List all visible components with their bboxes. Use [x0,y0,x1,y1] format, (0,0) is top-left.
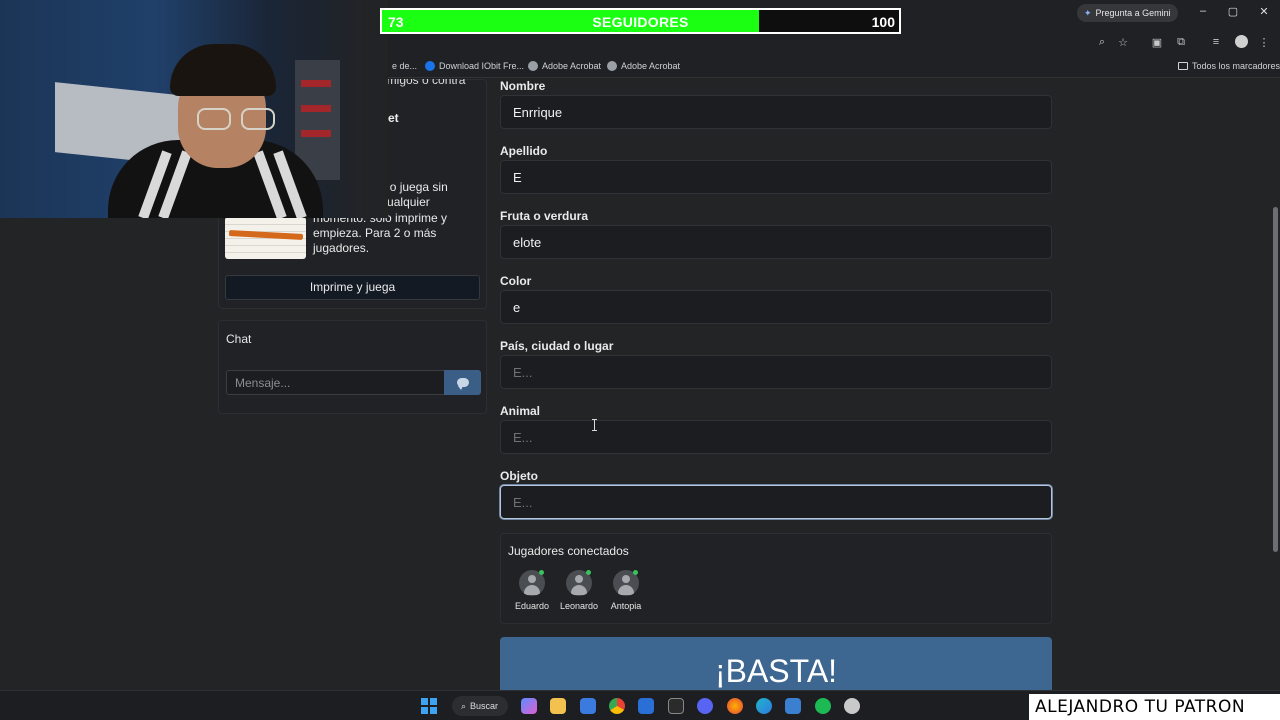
minimize-button[interactable]: – [1194,5,1212,17]
player-item[interactable]: Leonardo [554,570,604,611]
field-label-animal: Animal [500,404,541,418]
animal-input[interactable] [500,420,1052,454]
player-name: Antopia [610,601,642,611]
translate-icon[interactable]: ▣ [1150,36,1164,49]
bookmark-item[interactable]: Adobe Acrobat [528,61,601,71]
basta-button[interactable]: ¡BASTA! [500,637,1052,690]
send-message-button[interactable] [444,370,481,395]
calendar-icon[interactable] [785,698,801,714]
player-name: Eduardo [514,601,550,611]
players-card: Jugadores conectados Eduardo Leonardo An… [500,533,1052,624]
field-label-lugar: País, ciudad o lugar [500,339,614,353]
edge-icon[interactable] [756,698,772,714]
player-name: Leonardo [559,601,599,611]
discord-icon[interactable] [697,698,713,714]
promo-partial-heading: et [388,111,399,125]
apellido-input[interactable] [500,160,1052,194]
zoom-icon[interactable]: ⌕ [1095,36,1109,49]
game-sheet-image [225,217,306,259]
online-indicator [586,570,591,575]
menu-icon[interactable]: ⋮ [1257,36,1271,49]
follower-goal-bar: 73 SEGUIDORES 100 [380,8,901,34]
player-item[interactable]: Eduardo [507,570,557,611]
spotify-icon[interactable] [815,698,831,714]
chat-bubble-icon [456,378,469,390]
text-cursor [592,419,598,431]
store-icon[interactable] [580,698,596,714]
chat-message-input[interactable] [226,370,445,395]
extensions-icon[interactable]: ⧉ [1174,36,1188,49]
online-indicator [539,570,544,575]
field-label-nombre: Nombre [500,79,546,93]
iobit-icon [425,61,435,71]
chrome-icon[interactable] [609,698,625,714]
windows-start-icon[interactable] [421,698,437,714]
globe-icon [607,61,617,71]
restore-button[interactable]: ▢ [1224,5,1242,18]
field-label-objeto: Objeto [500,469,538,483]
close-window-button[interactable]: ✕ [1255,5,1273,18]
field-label-fruta: Fruta o verdura [500,209,589,223]
media-icon[interactable]: ≡ [1209,36,1223,48]
streamer-watermark: ALEJANDRO TU PATRON [1029,694,1280,720]
scroll-thumb[interactable] [1273,207,1278,552]
lugar-input[interactable] [500,355,1052,389]
webcam-overlay [0,0,388,218]
folder-icon [1178,62,1188,70]
search-icon: ⌕ [461,700,467,711]
field-label-color: Color [500,274,532,288]
nombre-input[interactable] [500,95,1052,129]
page-scrollbar[interactable] [1271,79,1280,690]
bookmark-star-icon[interactable]: ☆ [1116,36,1130,49]
firefox-icon[interactable] [727,698,743,714]
bookmark-item[interactable]: Adobe Acrobat [607,61,680,71]
objeto-input[interactable] [500,485,1052,519]
player-item[interactable]: Antopia [601,570,651,611]
profile-avatar[interactable] [1235,35,1248,48]
bookmark-item[interactable]: Download IObit Fre... [425,61,524,71]
bookmark-item[interactable]: e de... [392,61,417,71]
color-input[interactable] [500,290,1052,324]
players-title: Jugadores conectados [508,544,629,558]
globe-icon [528,61,538,71]
glasses [197,108,279,130]
file-explorer-icon[interactable] [550,698,566,714]
chat-card: Chat [218,320,487,414]
online-indicator [633,570,638,575]
fruta-input[interactable] [500,225,1052,259]
follower-goal: 100 [871,14,895,30]
promo-partial-text: amigos o contra [380,79,466,87]
taskbar-search[interactable]: ⌕ Buscar [452,696,508,716]
all-bookmarks[interactable]: Todos los marcadores [1178,61,1280,71]
gemini-label: Pregunta a Gemini [1095,8,1171,18]
field-label-apellido: Apellido [500,144,548,158]
print-and-play-button[interactable]: Imprime y juega [225,275,480,300]
sparkle-icon: ✦ [1084,7,1092,18]
obs-icon[interactable] [844,698,860,714]
copilot-icon[interactable] [521,698,537,714]
epic-games-icon[interactable] [668,698,684,714]
follower-label: SEGUIDORES [592,14,689,30]
gemini-button[interactable]: ✦ Pregunta a Gemini [1077,4,1178,22]
outlook-icon[interactable] [638,698,654,714]
chat-title: Chat [226,332,252,346]
